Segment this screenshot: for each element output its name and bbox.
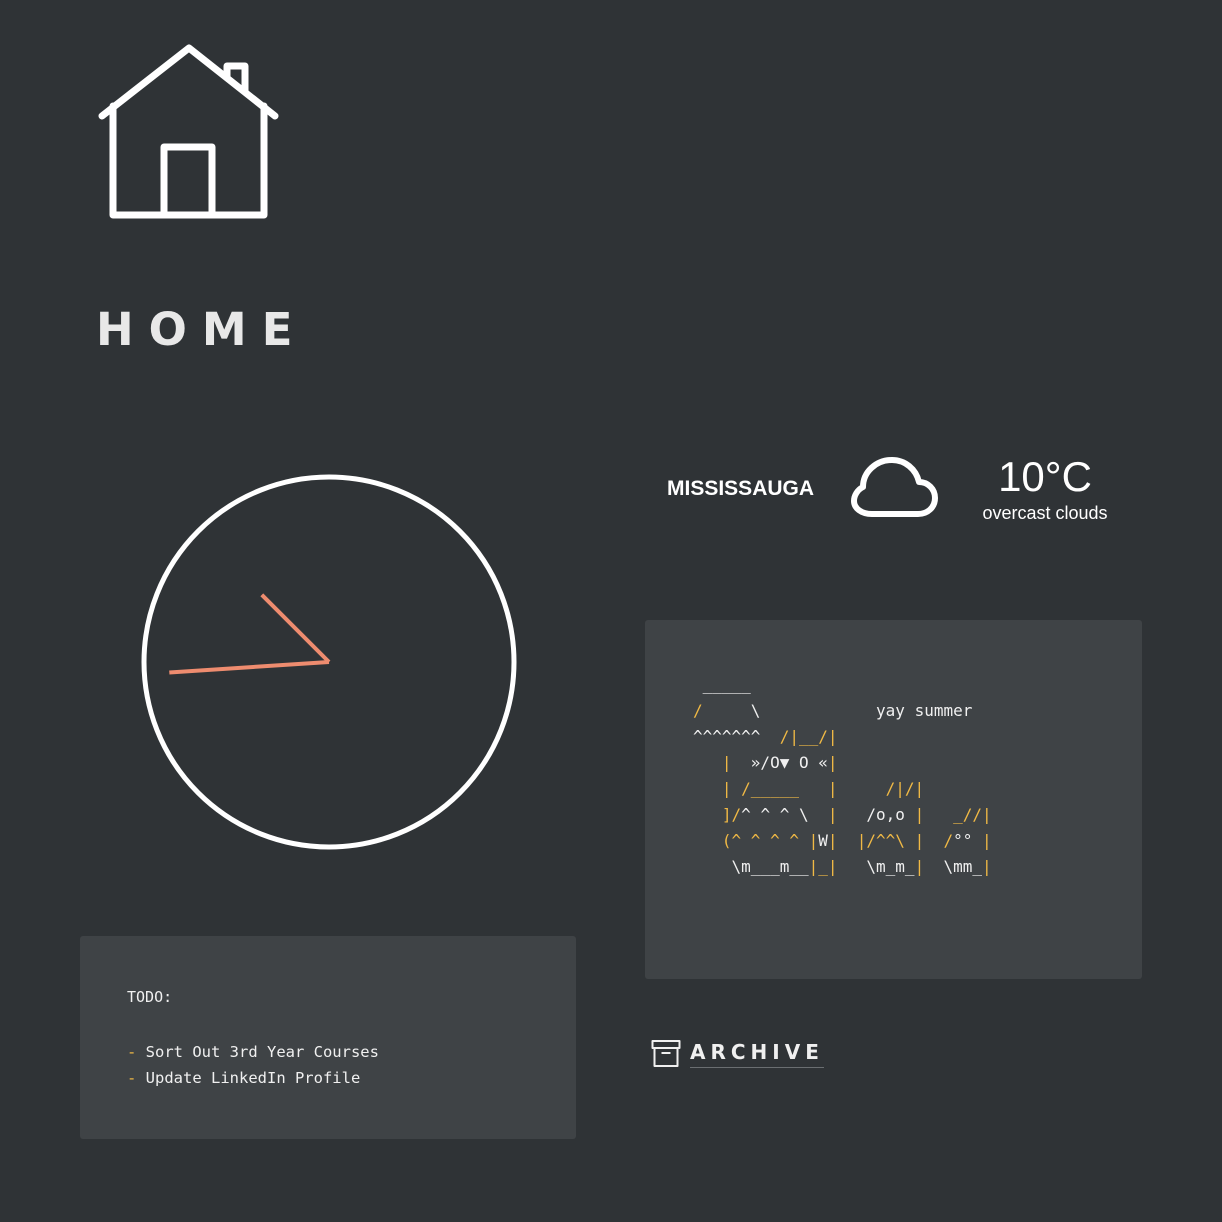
weather-temperature: 10°C [998,453,1092,500]
ascii-art: _____ / \ yay summer ^^^^^^^ /|__/| | »/… [693,672,992,880]
page-title: HOME [96,303,308,356]
todo-item-text: Sort Out 3rd Year Courses [145,1043,379,1061]
todo-bullet: - [127,1069,146,1087]
todo-item-text: Update LinkedIn Profile [145,1069,361,1087]
ascii-art-line: _____ [693,675,751,694]
ascii-art-line: \m___m__|_| \m_m_| \mm_| [693,857,992,876]
todo-title: TODO: [127,988,173,1006]
weather-widget: MISSISSAUGA 10°C overcast clouds [645,410,1142,565]
ascii-art-line: | »/O▼ O «| [693,753,838,772]
house-icon [98,44,279,219]
clock-minute-hand [260,593,331,664]
weather-city: MISSISSAUGA [667,477,815,500]
ascii-art-line: | /_____ | /|/| [693,779,925,798]
clock-hour-hand [169,660,330,675]
todo-item: - Sort Out 3rd Year Courses [127,1039,379,1065]
ascii-art-line: ]/^ ^ ^ \ | /o,o | _//| [693,805,992,824]
weather-description: overcast clouds [982,503,1108,523]
todo-card: TODO: - Sort Out 3rd Year Courses - Upda… [80,936,576,1139]
todo-bullet: - [127,1043,146,1061]
archive-box-icon [651,1040,681,1067]
todo-item: - Update LinkedIn Profile [127,1065,379,1091]
cloud-icon [851,457,938,517]
ascii-art-card: _____ / \ yay summer ^^^^^^^ /|__/| | »/… [645,620,1142,979]
archive-link[interactable]: ARCHIVE [651,1036,824,1070]
ascii-art-line: / \ yay summer [693,701,973,720]
ascii-art-line: (^ ^ ^ ^ |W| |/^^\ | /°° | [693,831,992,850]
ascii-art-line: ^^^^^^^ /|__/| [693,727,838,746]
archive-label[interactable]: ARCHIVE [690,1039,824,1068]
analog-clock [141,474,517,850]
todo-list: - Sort Out 3rd Year Courses - Update Lin… [127,1039,379,1091]
